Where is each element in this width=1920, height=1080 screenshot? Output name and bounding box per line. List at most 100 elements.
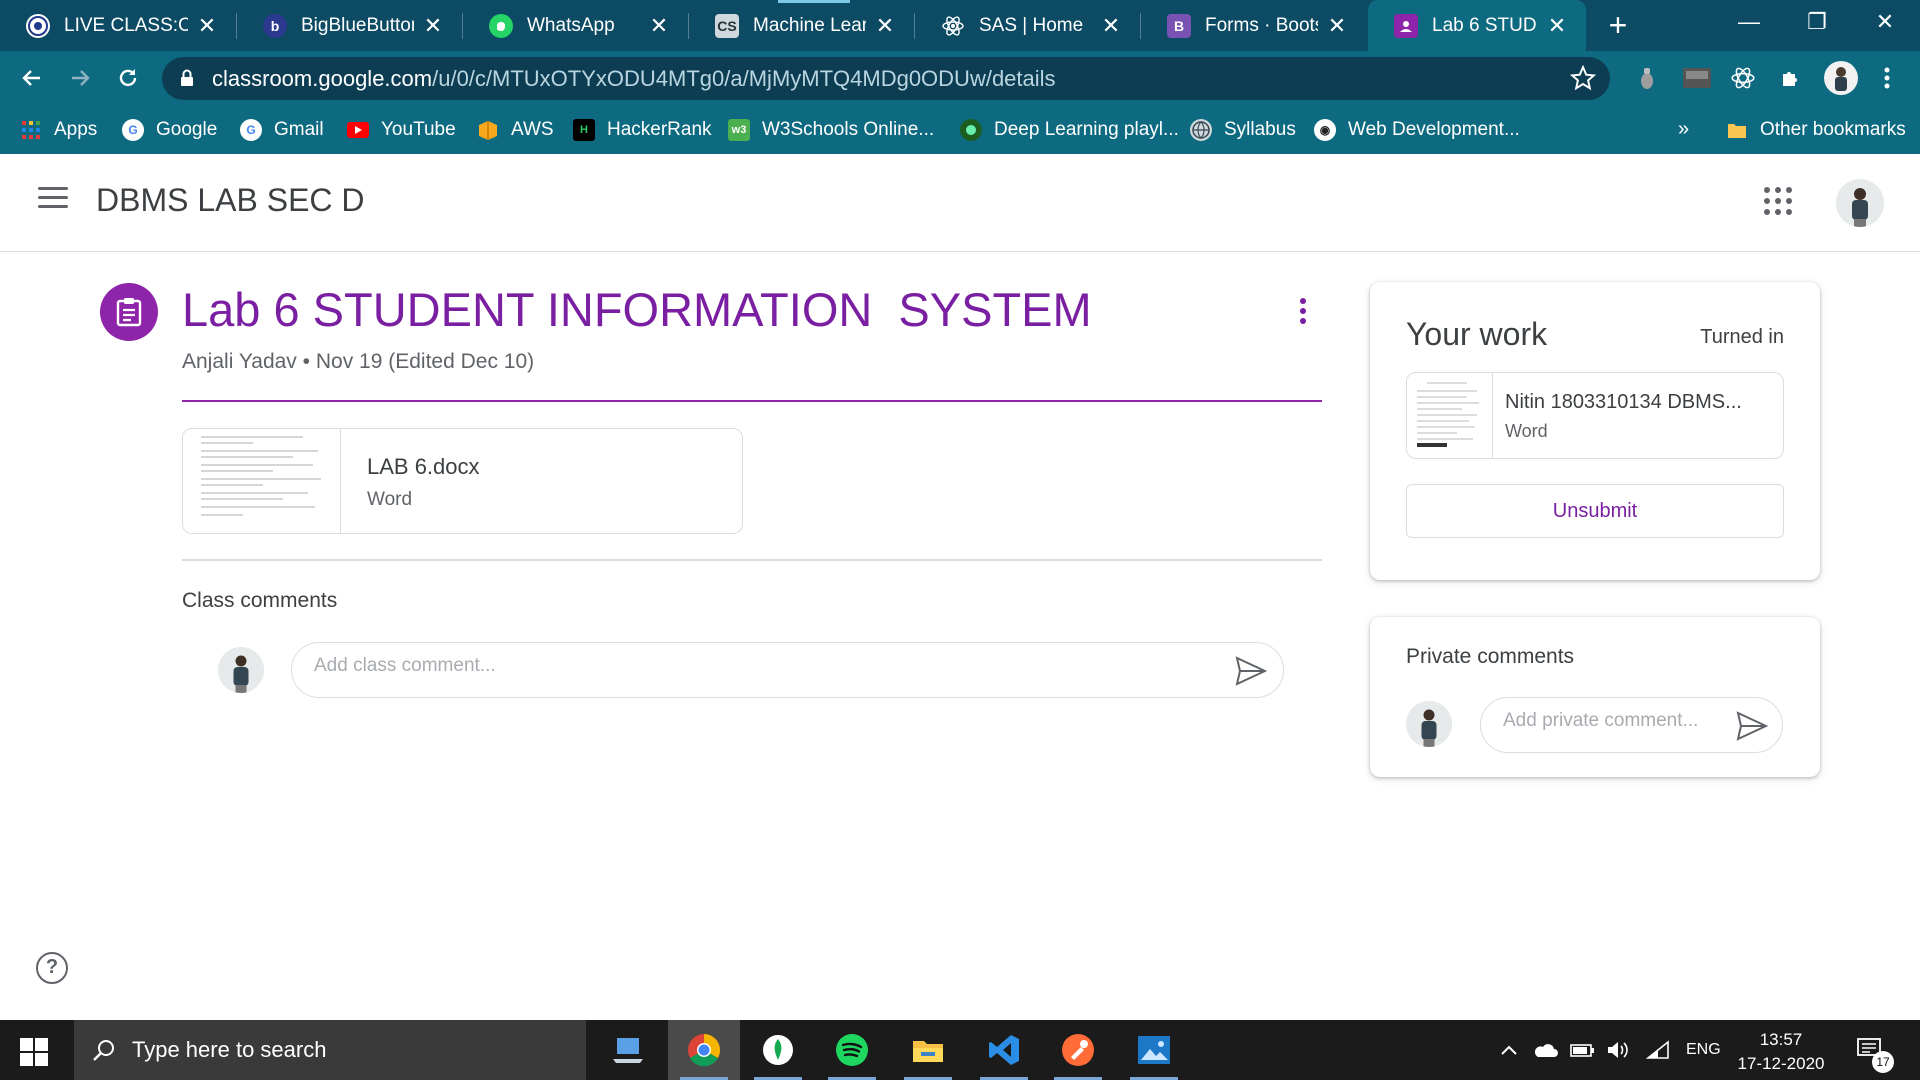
tab-whatsapp[interactable]: WhatsApp ✕ [463, 0, 688, 51]
address-bar[interactable]: classroom.google.com/u/0/c/MTUxOTYxODU4M… [162, 57, 1610, 100]
bookmark-web-development[interactable]: ◉ Web Development... [1314, 105, 1520, 154]
google-apps-icon[interactable] [1764, 187, 1792, 215]
attachment-name: LAB 6.docx [367, 454, 480, 479]
extension-lamp-icon[interactable] [1632, 63, 1662, 93]
reload-button[interactable] [110, 60, 146, 96]
w3schools-icon: w3 [728, 118, 750, 141]
unsubmit-button[interactable]: Unsubmit [1406, 484, 1784, 538]
tab-close-icon[interactable]: ✕ [1546, 14, 1568, 37]
meta-separator: • [302, 350, 311, 373]
taskbar-search-box[interactable]: Type here to search [74, 1020, 586, 1080]
language-indicator[interactable]: ENG [1686, 1020, 1721, 1080]
submitted-file-card[interactable]: Nitin 1803310134 DBMS... Word [1406, 372, 1784, 459]
bookmark-label: Gmail [274, 118, 324, 140]
bookmark-youtube[interactable]: YouTube [347, 105, 456, 154]
assignment-attachment-card[interactable]: LAB 6.docx Word [182, 428, 743, 534]
bookmark-w3schools[interactable]: w3 W3Schools Online... [728, 105, 934, 154]
tab-close-icon[interactable]: ✕ [648, 14, 670, 37]
tab-close-icon[interactable]: ✕ [1326, 14, 1348, 37]
bookmarks-bar: Apps G Google G Gmail YouTube AWS H Hack… [0, 105, 1920, 154]
private-comments-title: Private comments [1406, 645, 1575, 668]
tab-bootstrap-forms[interactable]: B Forms · Bootstra ✕ [1141, 0, 1366, 51]
close-window-icon[interactable]: ✕ [1850, 0, 1920, 44]
tab-lab6-active[interactable]: Lab 6 STUDENT ✕ [1368, 0, 1586, 51]
class-name[interactable]: DBMS LAB SEC D [96, 182, 365, 219]
clock-time: 13:57 [1759, 1030, 1803, 1049]
bookmark-aws[interactable]: AWS [477, 105, 554, 154]
forward-button[interactable] [62, 60, 98, 96]
tray-chevron-up-icon[interactable] [1500, 1020, 1518, 1080]
more-options-icon[interactable] [1292, 298, 1314, 328]
class-comment-box [291, 642, 1284, 698]
hamburger-menu-icon[interactable] [38, 187, 68, 217]
bookmark-deep-learning[interactable]: Deep Learning playl... [960, 105, 1179, 154]
tab-close-icon[interactable]: ✕ [196, 14, 218, 37]
send-icon[interactable] [1235, 656, 1267, 686]
tab-sas-home[interactable]: SAS | Home ✕ [915, 0, 1140, 51]
chrome-menu-icon[interactable] [1872, 63, 1902, 93]
whatsapp-icon [489, 13, 513, 38]
restore-window-icon[interactable]: ❐ [1782, 0, 1852, 44]
tab-close-icon[interactable]: ✕ [874, 14, 896, 37]
bookmark-hackerrank[interactable]: H HackerRank [573, 105, 712, 154]
bookmark-gmail[interactable]: G Gmail [240, 105, 324, 154]
assignment-meta: Anjali Yadav • Nov 19 (Edited Dec 10) [182, 350, 534, 374]
profile-avatar[interactable] [1824, 61, 1858, 95]
action-center-button[interactable]: 17 [1856, 1020, 1894, 1080]
system-clock[interactable]: 13:57 17-12-2020 [1726, 1028, 1836, 1076]
taskbar-app-chrome[interactable] [668, 1020, 740, 1080]
taskbar-app-vscode[interactable] [968, 1020, 1040, 1080]
aws-icon [477, 119, 499, 141]
commenter-avatar [218, 647, 264, 693]
tab-bigbluebutton[interactable]: b BigBlueButton - ✕ [237, 0, 462, 51]
extension-1080p-icon[interactable] [1680, 63, 1714, 93]
google-icon: G [240, 118, 262, 141]
browser-toolbar: classroom.google.com/u/0/c/MTUxOTYxODU4M… [0, 51, 1920, 105]
chrome-icon [688, 1034, 721, 1067]
windows-taskbar: Type here to search ENG 13:57 17-12-2020… [0, 1020, 1920, 1080]
onedrive-cloud-icon[interactable] [1532, 1020, 1558, 1080]
folder-icon [1726, 119, 1748, 141]
taskbar-app-laptop[interactable] [592, 1020, 664, 1080]
url-host: classroom.google.com [212, 66, 433, 91]
mongodb-icon [763, 1035, 793, 1065]
globe-icon [1190, 118, 1212, 141]
tab-title: WhatsApp [527, 14, 615, 36]
bookmark-google[interactable]: G Google [122, 105, 217, 154]
taskbar-app-postman[interactable] [1042, 1020, 1114, 1080]
spotify-icon [836, 1034, 868, 1066]
tab-close-icon[interactable]: ✕ [1100, 14, 1122, 37]
back-button[interactable] [14, 60, 50, 96]
vscode-icon [989, 1035, 1019, 1065]
tab-close-icon[interactable]: ✕ [422, 14, 444, 37]
extension-react-devtools-icon[interactable] [1728, 63, 1758, 93]
tab-live-class[interactable]: LIVE CLASS:CSE ✕ [0, 0, 236, 51]
help-icon[interactable]: ? [36, 952, 68, 984]
windows-start-icon[interactable] [20, 1038, 48, 1066]
bookmark-label: AWS [511, 118, 554, 140]
other-bookmarks-folder[interactable]: Other bookmarks [1726, 105, 1906, 154]
bookmark-label: Web Development... [1348, 118, 1520, 140]
bookmark-syllabus[interactable]: Syllabus [1190, 105, 1296, 154]
new-tab-button[interactable]: + [1602, 9, 1634, 42]
assignment-date: Nov 19 (Edited Dec 10) [315, 350, 535, 373]
taskbar-app-photos[interactable] [1118, 1020, 1190, 1080]
bookmark-label: Deep Learning playl... [994, 118, 1179, 140]
class-comment-input[interactable] [314, 655, 1214, 677]
taskbar-app-mongodb[interactable] [742, 1020, 814, 1080]
battery-icon[interactable] [1570, 1020, 1596, 1080]
bookmark-star-icon[interactable] [1570, 65, 1596, 91]
bookmark-apps[interactable]: Apps [20, 105, 97, 154]
taskbar-app-file-explorer[interactable] [892, 1020, 964, 1080]
your-work-title: Your work [1406, 316, 1548, 352]
volume-icon[interactable] [1606, 1020, 1630, 1080]
tab-machine-learning[interactable]: CS Machine Learnin ✕ [689, 0, 914, 51]
bookmarks-overflow-button[interactable]: » [1678, 105, 1689, 154]
minimize-window-icon[interactable]: — [1714, 0, 1784, 44]
private-comment-input[interactable] [1503, 710, 1733, 732]
taskbar-app-spotify[interactable] [816, 1020, 888, 1080]
wifi-icon[interactable] [1646, 1020, 1670, 1080]
extensions-puzzle-icon[interactable] [1776, 63, 1806, 93]
account-avatar[interactable] [1836, 179, 1884, 227]
send-icon[interactable] [1736, 711, 1768, 741]
